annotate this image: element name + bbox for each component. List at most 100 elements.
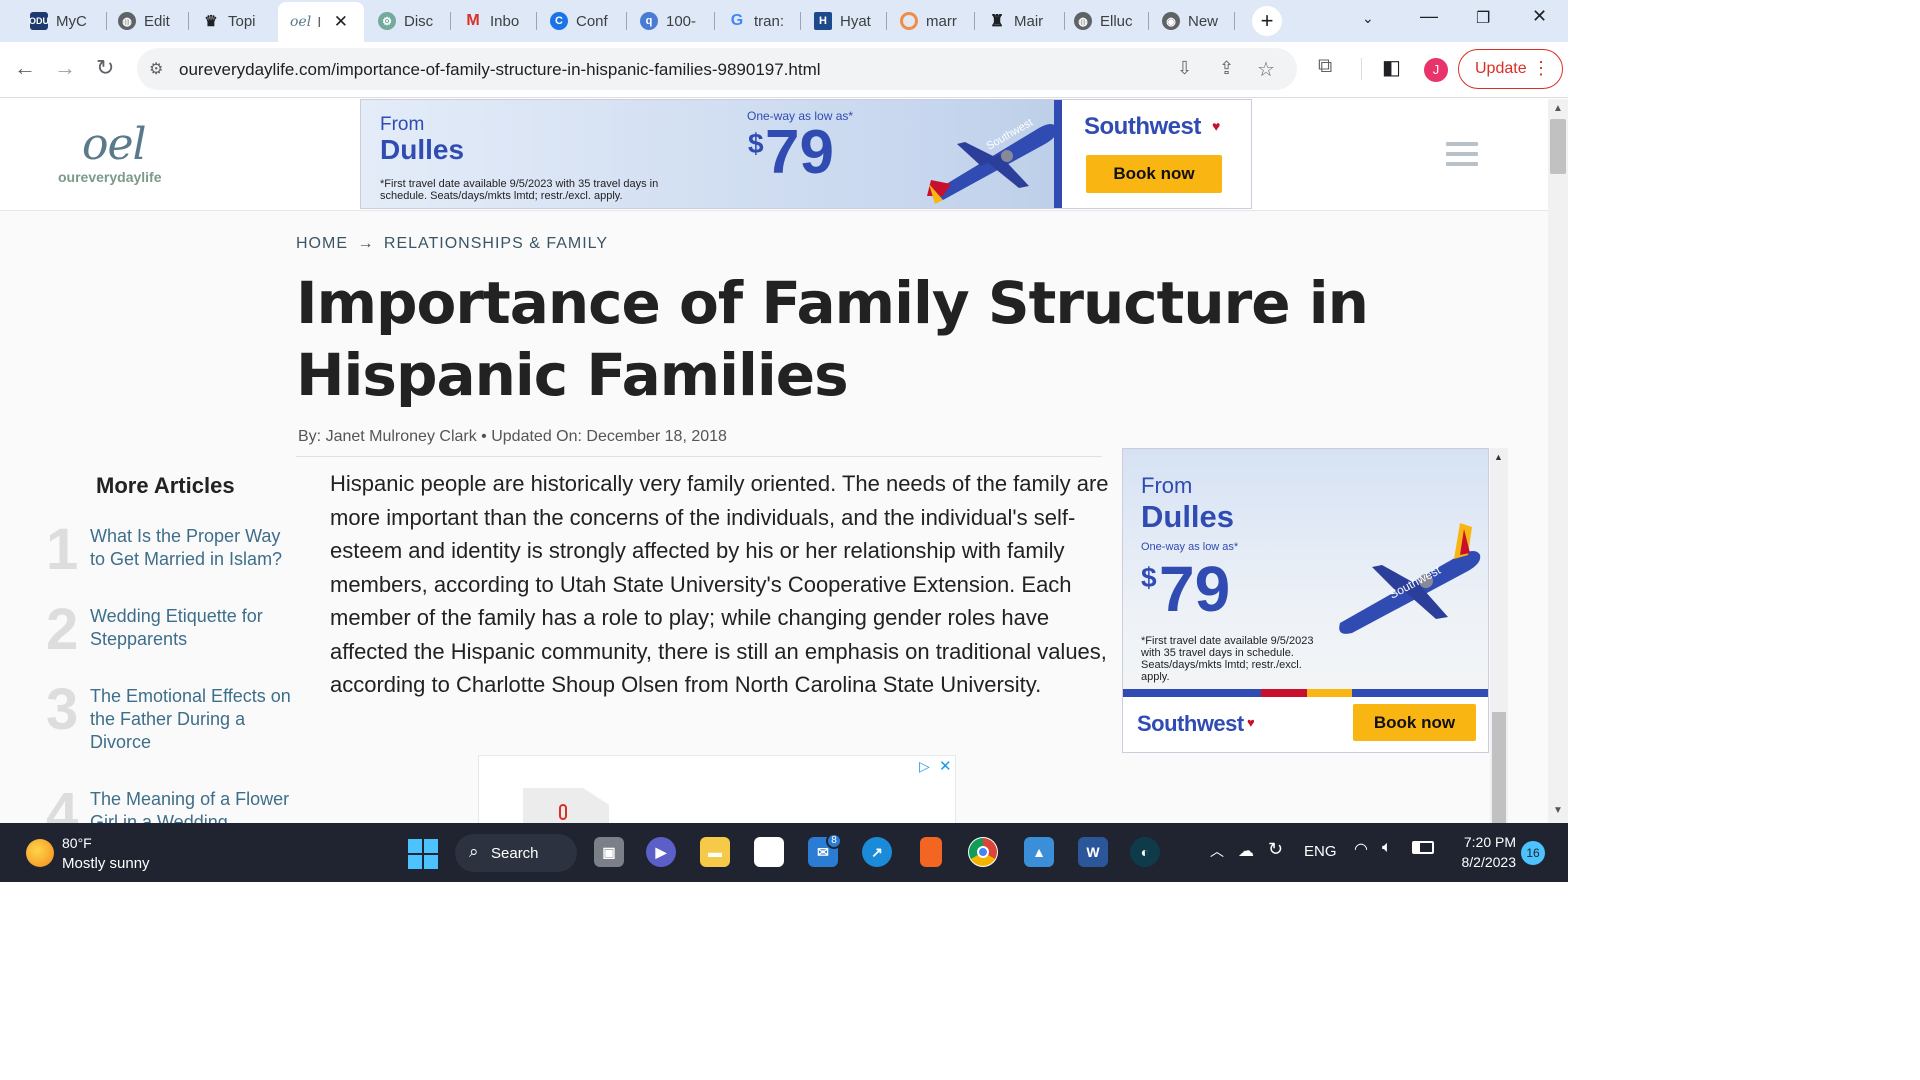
breadcrumb-home[interactable]: HOME (296, 235, 348, 252)
restore-icon[interactable]: ❐ (1476, 8, 1490, 28)
tab-main[interactable]: ♜ Mair (976, 6, 1064, 36)
file-explorer-icon[interactable]: ▬ (700, 837, 730, 867)
scroll-thumb[interactable] (1492, 712, 1506, 826)
photos-icon[interactable]: ▲ (1024, 837, 1054, 867)
ad-from-label: From (1141, 473, 1193, 498)
h-icon: H (814, 12, 832, 30)
tab-elluc[interactable]: ◍ Elluc (1062, 6, 1148, 36)
tab-label: Mair (1014, 12, 1044, 30)
ad-dollar-sign: $ (1141, 562, 1157, 593)
profile-avatar[interactable]: J (1424, 58, 1448, 82)
sync-icon[interactable]: ↻ (1268, 839, 1283, 860)
site-logo[interactable]: oel (82, 119, 147, 170)
tab-new[interactable]: ◉ New (1150, 6, 1234, 36)
more-article-link[interactable]: The Emotional Effects on the Father Duri… (90, 685, 300, 754)
globe-icon: ◍ (118, 12, 136, 30)
install-app-icon[interactable]: ⇩ (1177, 58, 1192, 79)
tab-label: Edit (144, 12, 170, 30)
clock-time[interactable]: 7:20 PM (1456, 834, 1516, 850)
site-info-icon[interactable]: ⚙ (149, 59, 163, 79)
office-icon[interactable] (920, 837, 942, 867)
scroll-up-icon[interactable]: ▲ (1553, 103, 1563, 114)
weather-desc[interactable]: Mostly sunny (62, 855, 150, 872)
volume-icon[interactable]: 🔈︎ (1382, 839, 1392, 857)
breadcrumb-section[interactable]: RELATIONSHIPS & FAMILY (384, 235, 608, 252)
orange-ring-icon (900, 12, 918, 30)
remote-desktop-icon[interactable]: ↗ (862, 837, 892, 867)
ad-brand-panel: Southwest ♥ Book now (1123, 697, 1488, 752)
tab-active-oel[interactable]: oel I ✕ (278, 2, 364, 42)
word-icon[interactable]: W (1078, 837, 1108, 867)
tab-marr[interactable]: marr (888, 6, 974, 36)
tab-label: Conf (576, 12, 608, 30)
edge-icon[interactable]: ◐ (1130, 837, 1160, 867)
book-now-button[interactable]: Book now (1086, 155, 1222, 193)
tab-hyatt[interactable]: H Hyat (802, 6, 886, 36)
url-text[interactable]: oureverydaylife.com/importance-of-family… (179, 60, 821, 80)
browser-tab-strip: ODU MyC ◍ Edit ♛ Topi oel I ✕ ⚙ Disc M I… (0, 0, 1568, 42)
site-logo-text[interactable]: oureverydaylife (58, 169, 162, 185)
ad-stripe (1123, 689, 1488, 697)
window-close-icon[interactable]: ✕ (1532, 6, 1547, 27)
weather-temp[interactable]: 80°F (62, 835, 92, 851)
microsoft-store-icon[interactable] (754, 837, 784, 867)
globe-icon: ◍ (1074, 12, 1092, 30)
battery-icon[interactable] (1412, 841, 1434, 854)
cloud-icon[interactable]: ☁ (1238, 841, 1254, 861)
tab-myc[interactable]: ODU MyC (18, 6, 106, 36)
heart-icon: ♥ (1212, 118, 1221, 134)
kebab-menu-icon[interactable]: ⋮ (1532, 58, 1550, 79)
teams-chat-icon[interactable]: ▶ (646, 837, 676, 867)
hamburger-menu-icon[interactable] (1446, 142, 1478, 166)
search-label: Search (491, 844, 539, 862)
more-article-link[interactable]: Wedding Etiquette for Stepparents (90, 605, 300, 651)
notification-badge[interactable]: 16 (1521, 841, 1545, 865)
windows-start-icon[interactable] (408, 839, 438, 869)
tab-conf[interactable]: C Conf (538, 6, 626, 36)
share-icon[interactable]: ⇪ (1219, 58, 1234, 79)
task-view-icon[interactable]: ▣ (594, 837, 624, 867)
language-indicator[interactable]: ENG (1304, 843, 1337, 860)
tab-label: Hyat (840, 12, 871, 30)
wifi-icon[interactable]: ◠ (1354, 839, 1368, 859)
tab-search-chevron-icon[interactable]: ⌄ (1362, 10, 1374, 27)
adchoices-icon[interactable]: ▷ (919, 758, 930, 775)
more-article-link[interactable]: What Is the Proper Way to Get Married in… (90, 525, 300, 571)
scroll-up-icon[interactable]: ▲ (1494, 452, 1503, 462)
taskbar-search[interactable]: ⌕ Search (455, 834, 577, 872)
page-title: Importance of Family Structure in Hispan… (296, 269, 1369, 409)
address-bar[interactable]: ⚙ oureverydaylife.com/importance-of-fami… (137, 48, 1297, 90)
bookmark-star-icon[interactable]: ☆ (1257, 57, 1275, 82)
scroll-down-icon[interactable]: ▼ (1553, 805, 1563, 816)
ad-disclaimer-line-1: *First travel date available 9/5/2023 wi… (380, 178, 659, 190)
scroll-thumb[interactable] (1550, 119, 1566, 174)
side-panel-icon[interactable]: ◧ (1382, 55, 1401, 80)
reload-icon[interactable]: ↻ (96, 55, 114, 81)
tab-disc[interactable]: ⚙ Disc (366, 6, 450, 36)
weather-sun-icon[interactable] (26, 839, 54, 867)
new-tab-plus-icon[interactable]: + (1252, 6, 1282, 36)
chrome-taskbar-icon[interactable] (968, 837, 998, 867)
tab-inbox[interactable]: M Inbo (452, 6, 536, 36)
side-scrollbar[interactable]: ▲ (1490, 448, 1508, 828)
side-banner-ad[interactable]: From Dulles One-way as low as* $ 79 *Fir… (1122, 448, 1489, 753)
page-scrollbar[interactable]: ▲ ▼ (1548, 99, 1568, 823)
minimize-icon[interactable]: — (1420, 6, 1438, 27)
ad-disclaimer: *First travel date available 9/5/2023 wi… (1141, 635, 1314, 683)
clock-date[interactable]: 8/2/2023 (1450, 854, 1517, 870)
back-icon[interactable]: ← (14, 55, 36, 81)
tab-100[interactable]: q 100- (628, 6, 714, 36)
book-now-button[interactable]: Book now (1353, 704, 1476, 741)
tab-edit[interactable]: ◍ Edit (106, 6, 188, 36)
southwest-logo: Southwest (1137, 711, 1244, 736)
show-hidden-icons-chevron[interactable]: ︿ (1210, 841, 1224, 861)
top-banner-ad[interactable]: From Dulles *First travel date available… (360, 99, 1252, 209)
tab-topi[interactable]: ♛ Topi (190, 6, 278, 36)
ad-close-icon[interactable]: ✕ (939, 757, 952, 775)
close-icon[interactable]: ✕ (334, 12, 348, 32)
update-button[interactable]: Update ⋮ (1458, 49, 1563, 89)
tab-trans[interactable]: G tran: (716, 6, 800, 36)
extensions-icon[interactable]: ⧉ (1318, 55, 1332, 78)
article-page: HOME → RELATIONSHIPS & FAMILY Importance… (0, 211, 1548, 843)
forward-icon[interactable]: → (54, 55, 76, 81)
